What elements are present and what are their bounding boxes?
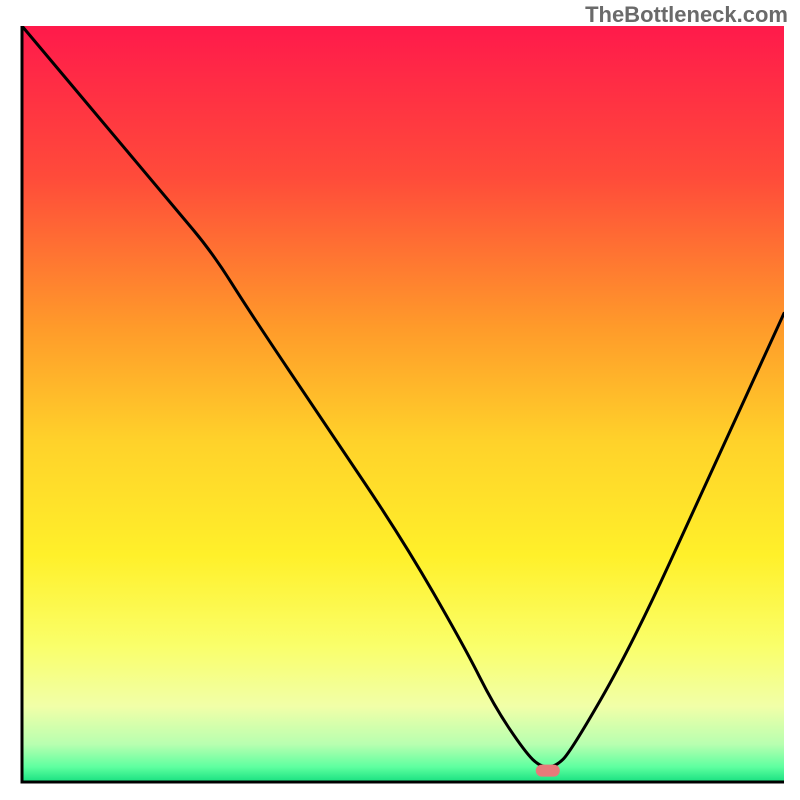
chart-background xyxy=(22,26,784,782)
watermark-text: TheBottleneck.com xyxy=(585,2,788,28)
chart-svg xyxy=(20,26,784,784)
optimum-marker xyxy=(536,765,560,777)
chart-container xyxy=(20,26,784,784)
